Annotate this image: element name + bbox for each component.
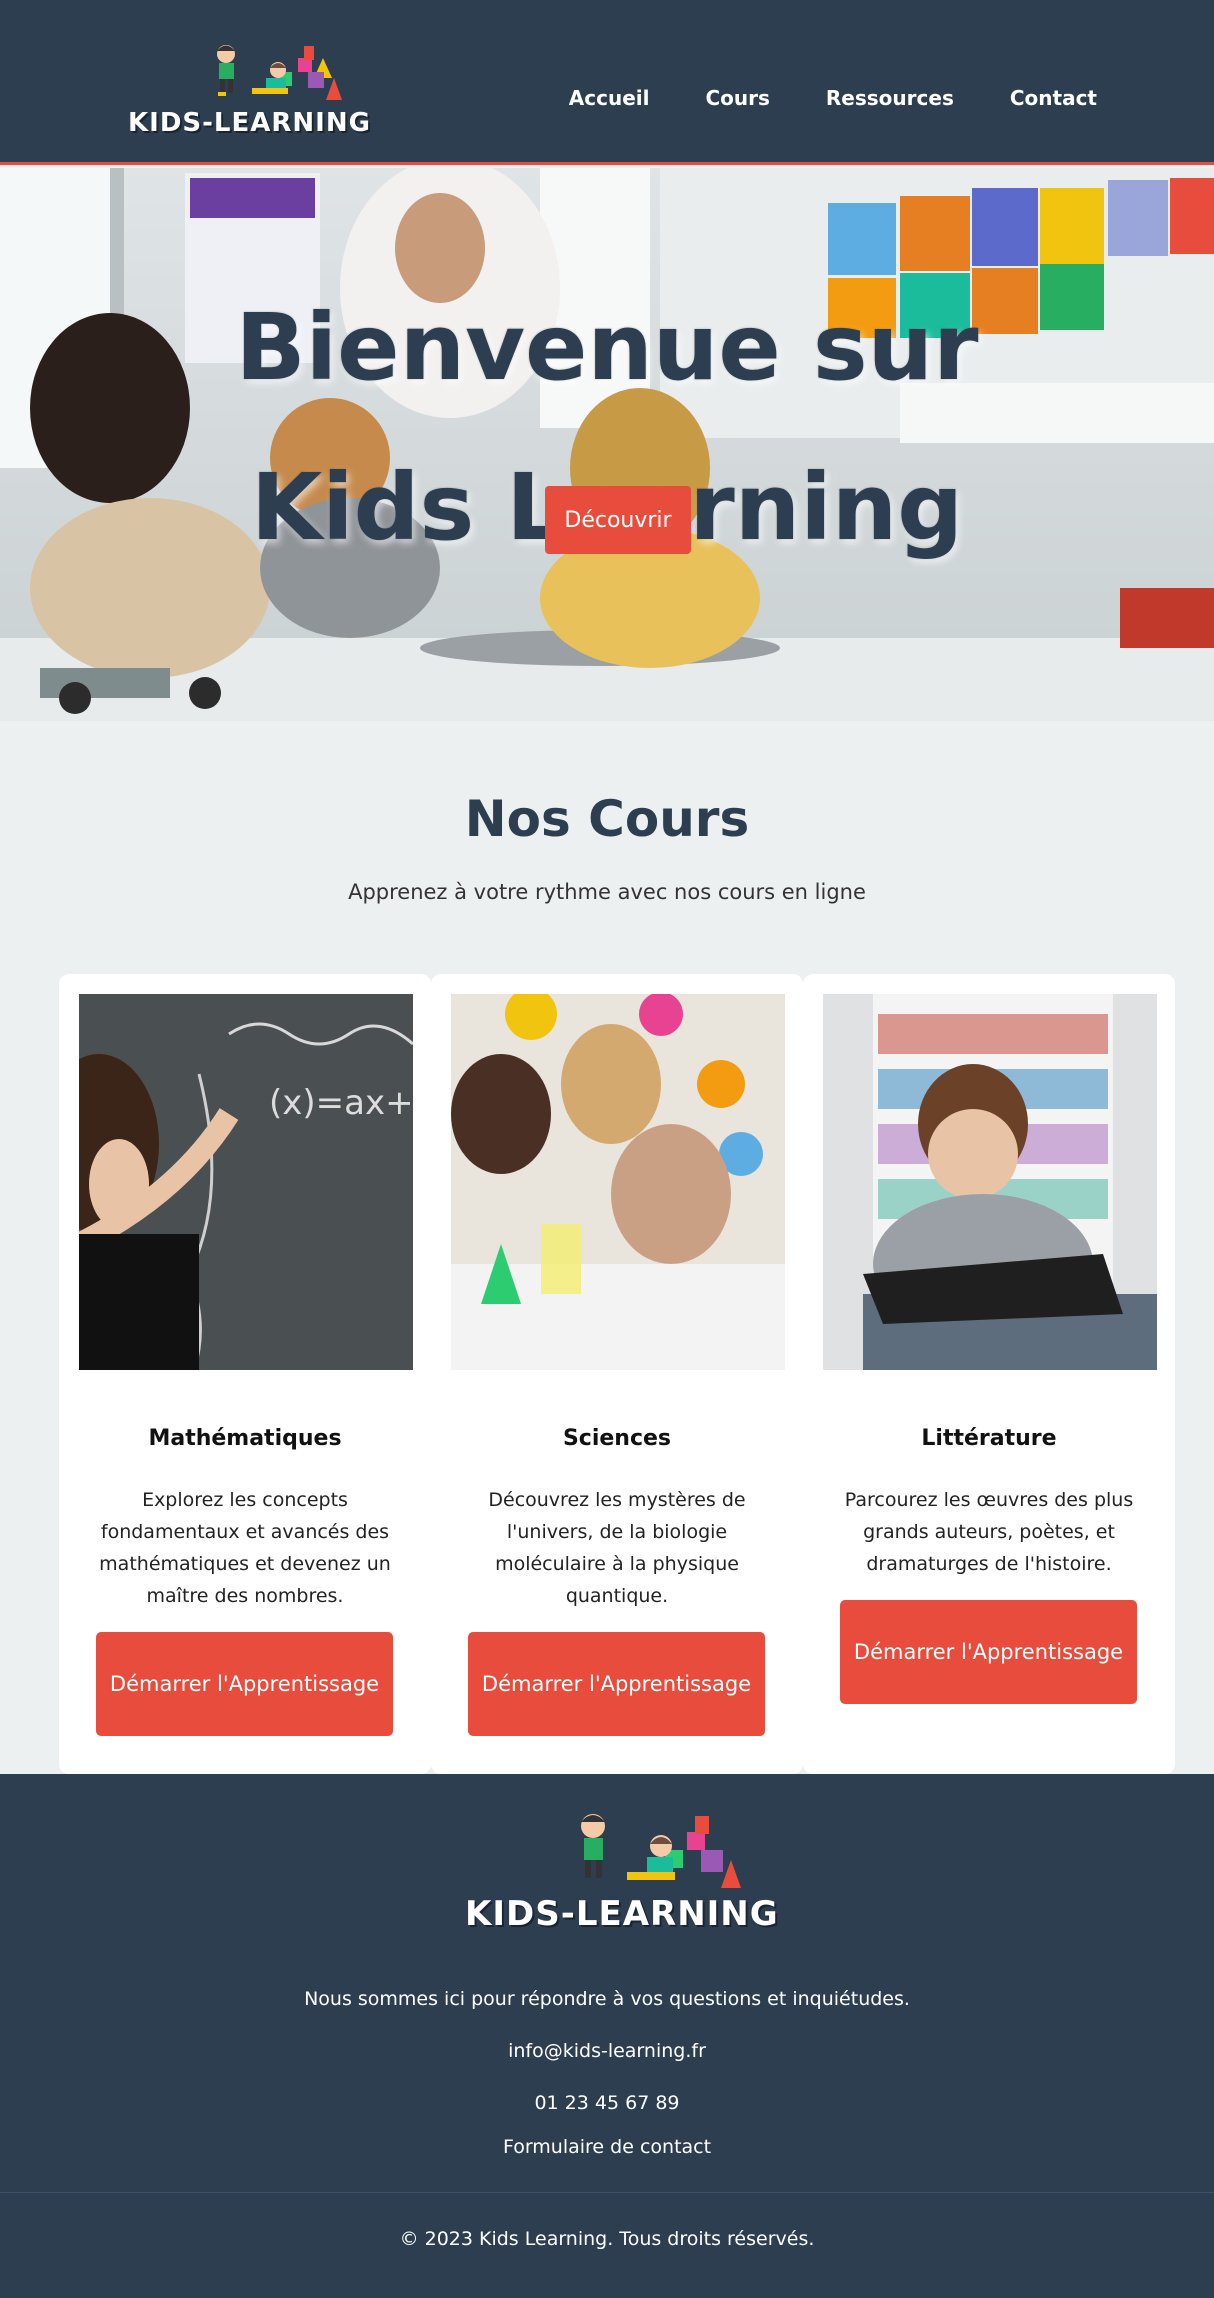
course-title: Mathématiques: [148, 1426, 342, 1451]
footer-contact-form-link[interactable]: Formulaire de contact: [0, 2136, 1214, 2158]
site-header: KIDS-LEARNING Accueil Cours Ressources C…: [0, 0, 1214, 165]
start-learning-button[interactable]: Démarrer l'Apprentissage: [96, 1632, 393, 1736]
footer-logo-text: KIDS-LEARNING: [465, 1894, 779, 1934]
courses-title: Nos Cours: [464, 790, 750, 848]
footer-tagline: Nous sommes ici pour répondre à vos ques…: [304, 1988, 910, 2010]
sciences-image: [451, 994, 785, 1370]
nav-item-accueil[interactable]: Accueil: [569, 86, 650, 110]
logo-text: KIDS-LEARNING: [128, 108, 371, 138]
footer-copyright: © 2023 Kids Learning. Tous droits réserv…: [399, 2228, 815, 2250]
footer-divider: [0, 2192, 1214, 2193]
course-title: Sciences: [562, 1426, 672, 1451]
discover-button[interactable]: Découvrir: [545, 486, 691, 554]
site-logo[interactable]: KIDS-LEARNING: [128, 38, 370, 138]
start-learning-button[interactable]: Démarrer l'Apprentissage: [840, 1600, 1137, 1704]
footer-email-link[interactable]: info@kids-learning.fr: [0, 2040, 1214, 2062]
courses-subtitle: Apprenez à votre rythme avec nos cours e…: [348, 880, 866, 904]
svg-text:(x)=ax+: (x)=ax+: [269, 1083, 413, 1123]
start-learning-button[interactable]: Démarrer l'Apprentissage: [468, 1632, 765, 1736]
nav-item-ressources[interactable]: Ressources: [826, 86, 954, 110]
footer-logo: KIDS-LEARNING: [465, 1804, 778, 1934]
main-nav: Accueil Cours Ressources Contact: [569, 86, 1097, 110]
course-cards: (x)=ax+ Mathématiques Explorez les conce…: [59, 974, 1175, 1774]
course-card-math: (x)=ax+ Mathématiques Explorez les conce…: [59, 974, 431, 1774]
course-description: Découvrez les mystères de l'univers, de …: [488, 1489, 746, 1607]
course-card-sciences: Sciences Découvrez les mystères de l'uni…: [431, 974, 803, 1774]
site-footer: KIDS-LEARNING Nous sommes ici pour répon…: [0, 1774, 1214, 2298]
course-description: Explorez les concepts fondamentaux et av…: [99, 1489, 391, 1607]
course-description: Parcourez les œuvres des plus grands aut…: [844, 1489, 1134, 1575]
hero-section: Bienvenue sur Kids Learning: [0, 168, 1214, 721]
litterature-image: [823, 994, 1157, 1370]
nav-item-contact[interactable]: Contact: [1010, 86, 1097, 110]
course-title: Littérature: [921, 1426, 1057, 1451]
footer-phone: 01 23 45 67 89: [534, 2092, 680, 2114]
nav-item-cours[interactable]: Cours: [705, 86, 769, 110]
math-image: (x)=ax+: [79, 994, 413, 1370]
course-card-litterature: Littérature Parcourez les œuvres des plu…: [803, 974, 1175, 1774]
